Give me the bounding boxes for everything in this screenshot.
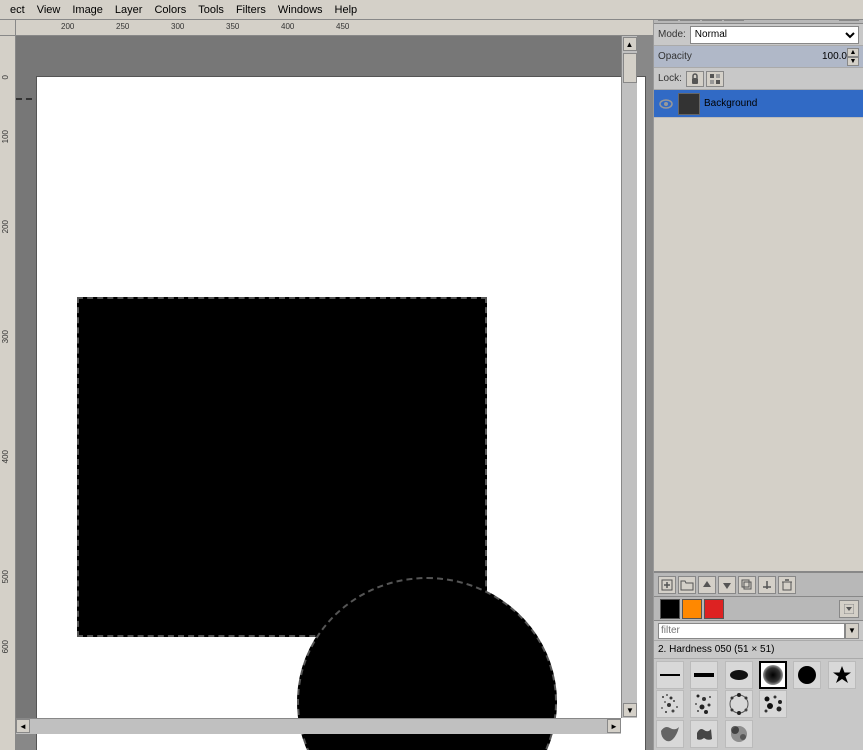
right-panel: Mode: Normal Multiply Screen Overlay Opa… [653, 0, 863, 750]
canvas-background: ▲ ▼ ◄ ► [16, 36, 637, 734]
ruler-corner [0, 20, 16, 36]
layer-item-background[interactable]: Background [654, 90, 863, 118]
color-chip-orange[interactable] [682, 599, 702, 619]
brushes-toolbar [654, 597, 863, 621]
ruler-horizontal: 200 250 300 350 400 450 [16, 20, 653, 36]
color-chip-red[interactable] [704, 599, 724, 619]
color-chips [658, 597, 726, 621]
menu-select[interactable]: ect [4, 2, 31, 18]
lock-pixels-button[interactable] [706, 71, 724, 87]
new-folder-button[interactable] [678, 576, 696, 594]
menu-view[interactable]: View [31, 2, 67, 18]
color-chip-black[interactable] [660, 599, 680, 619]
brush-cell-7[interactable] [656, 690, 684, 718]
menu-help[interactable]: Help [329, 2, 364, 18]
brush-filter-input[interactable] [658, 623, 845, 639]
menu-layer[interactable]: Layer [109, 2, 149, 18]
opacity-decrement[interactable]: ▼ [847, 57, 859, 66]
opacity-spinner[interactable]: ▲ ▼ [847, 48, 859, 66]
raise-layer-button[interactable] [698, 576, 716, 594]
lock-label: Lock: [658, 73, 682, 84]
lower-layer-button[interactable] [718, 576, 736, 594]
opacity-label: Opacity [658, 51, 812, 62]
mode-select[interactable]: Normal Multiply Screen Overlay [690, 26, 859, 44]
mode-row: Mode: Normal Multiply Screen Overlay [654, 24, 863, 46]
menubar: ect View Image Layer Colors Tools Filter… [0, 0, 863, 20]
canvas[interactable] [36, 76, 646, 750]
brush-cell-10[interactable] [759, 690, 787, 718]
menu-windows[interactable]: Windows [272, 2, 329, 18]
brush-cell-12[interactable] [690, 720, 718, 748]
shapes-container [77, 297, 627, 750]
mode-label: Mode: [658, 29, 686, 40]
new-layer-button[interactable] [658, 576, 676, 594]
brush-cell-11[interactable] [656, 720, 684, 748]
delete-layer-button[interactable] [778, 576, 796, 594]
layers-list: Background [654, 90, 863, 572]
brush-filter-dropdown[interactable]: ▼ [845, 623, 859, 639]
brush-filter-row: ▼ [654, 621, 863, 641]
scrollbar-vertical[interactable]: ▲ ▼ [621, 36, 637, 718]
opacity-row: Opacity 100.0 ▲ ▼ [654, 46, 863, 68]
selected-brush-name: 2. Hardness 050 (51 × 51) [658, 644, 774, 655]
brush-cell-3[interactable] [725, 661, 753, 689]
canvas-area[interactable]: ▲ ▼ ◄ ► [16, 36, 653, 750]
anchor-layer-button[interactable] [758, 576, 776, 594]
layer-name: Background [704, 98, 757, 109]
ruler-vertical: 0 100 200 300 400 500 600 [0, 20, 16, 750]
opacity-increment[interactable]: ▲ [847, 48, 859, 57]
brush-cell-4-selected[interactable] [759, 661, 787, 689]
brush-grid [654, 659, 863, 720]
brush-cell-8[interactable] [690, 690, 718, 718]
menu-filters[interactable]: Filters [230, 2, 272, 18]
layer-visibility-toggle[interactable] [658, 96, 674, 112]
lock-position-button[interactable] [686, 71, 704, 87]
layer-thumbnail [678, 93, 700, 115]
brush-cell-9[interactable] [725, 690, 753, 718]
brush-cell-5[interactable] [793, 661, 821, 689]
menu-colors[interactable]: Colors [148, 2, 192, 18]
scrollbar-horizontal[interactable]: ◄ ► [16, 718, 621, 734]
menu-image[interactable]: Image [66, 2, 109, 18]
brush-name-row: 2. Hardness 050 (51 × 51) [654, 641, 863, 659]
brush-cell-13[interactable] [725, 720, 753, 748]
brush-cell-1[interactable] [656, 661, 684, 689]
brushes-panel-menu-icon[interactable] [839, 600, 859, 618]
lock-row: Lock: [654, 68, 863, 90]
brush-cell-6-star[interactable] [828, 661, 856, 689]
layers-bottom-toolbar [654, 572, 863, 596]
brush-cell-2[interactable] [690, 661, 718, 689]
menu-tools[interactable]: Tools [192, 2, 230, 18]
brushes-panel: ▼ 2. Hardness 050 (51 × 51) [654, 596, 863, 750]
duplicate-layer-button[interactable] [738, 576, 756, 594]
opacity-value: 100.0 [812, 51, 847, 62]
